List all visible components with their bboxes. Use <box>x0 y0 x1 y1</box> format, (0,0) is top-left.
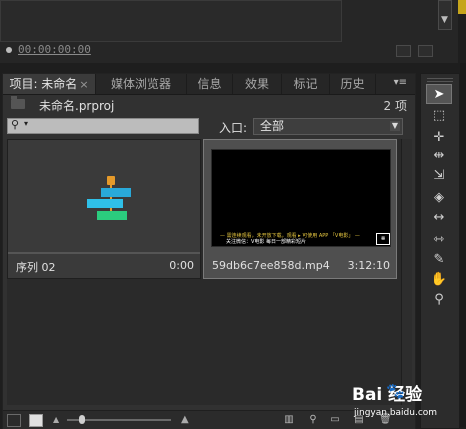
export-frame-button[interactable] <box>418 45 433 57</box>
new-bin-icon[interactable]: ▭ <box>329 414 341 425</box>
tab-effects[interactable]: 效果 <box>233 74 282 94</box>
slide-tool[interactable]: ⇿ <box>426 230 452 250</box>
clip-thumbnail: — 需连续观看，未开放下载，观看 ▸ 可使用 APP 「V电影」 — 关注微信：… <box>211 149 391 247</box>
entry-filter-value: 全部 <box>260 119 285 133</box>
automate-to-sequence-icon[interactable]: ▥ <box>283 414 295 425</box>
timecode-display[interactable]: 00:00:00:00 <box>18 43 91 56</box>
entry-filter-label: 入口: <box>219 121 248 135</box>
sequence-playhead-icon <box>107 176 115 185</box>
source-monitor-panel: ▼ 00:00:00:00 <box>0 0 458 63</box>
playhead-dot-icon <box>6 47 12 53</box>
rate-stretch-tool[interactable]: ⇲ <box>426 166 452 186</box>
item-name: 序列 02 <box>16 261 56 274</box>
thumbnail-subtitle: 关注微信：V电影 每日一部精彩短片 <box>226 239 307 245</box>
sequence-clip-block-icon <box>87 199 123 208</box>
tab-media-browser[interactable]: 媒体浏览器 <box>96 74 187 94</box>
razor-tool[interactable]: ◈ <box>426 188 452 208</box>
monitor-scrollbar[interactable]: ▼ <box>438 0 452 30</box>
tab-label: 效果 <box>244 77 269 91</box>
bin-scrollbar[interactable] <box>401 139 412 405</box>
project-filename: 未命名.prproj <box>39 99 115 113</box>
selection-tool[interactable]: ➤ <box>426 84 452 104</box>
slip-tool[interactable]: ↔ <box>426 208 452 228</box>
tab-info[interactable]: 信息 <box>187 74 233 94</box>
rolling-edit-tool[interactable]: ⇹ <box>426 146 452 166</box>
tools-panel: ➤ ⬚ ✛ ⇹ ⇲ ◈ ↔ ⇿ ✎ ✋ ⚲ <box>420 73 460 429</box>
chevron-down-icon[interactable]: ▾ <box>24 119 28 128</box>
search-input[interactable]: ⚲ ▾ <box>7 118 199 134</box>
slider-handle[interactable] <box>79 415 85 424</box>
find-icon[interactable]: ⚲ <box>307 414 319 425</box>
chevron-down-icon[interactable]: ▼ <box>390 121 400 131</box>
accent-sliver <box>458 0 466 14</box>
bin-icon-view: 序列 02 0:00 — 需连续观看，未开放下载，观看 ▸ 可使用 APP 「V… <box>7 139 403 405</box>
window-edge <box>460 63 466 427</box>
entry-filter-select[interactable]: 全部 ▼ <box>253 118 403 135</box>
panel-tab-bar: 项目: 未命名 × 媒体浏览器 信息 效果 标记 历史 ▾≡ <box>3 74 415 95</box>
ripple-edit-tool[interactable]: ✛ <box>426 128 452 148</box>
project-panel: 项目: 未命名 × 媒体浏览器 信息 效果 标记 历史 ▾≡ 未命名.prproj… <box>2 73 416 429</box>
item-count: 2 项 <box>383 99 407 113</box>
tab-history[interactable]: 历史 <box>330 74 376 94</box>
zoom-in-icon[interactable]: ▲ <box>181 414 189 425</box>
monitor-viewport <box>0 0 342 42</box>
sequence-clip-block-icon <box>101 188 131 197</box>
search-icon[interactable]: ⚲ <box>11 118 19 131</box>
item-duration: 3:12:10 <box>347 259 390 272</box>
track-select-tool[interactable]: ⬚ <box>426 106 452 126</box>
tab-label: 信息 <box>197 77 222 91</box>
bin-item-clip[interactable]: — 需连续观看，未开放下载，观看 ▸ 可使用 APP 「V电影」 — 关注微信：… <box>203 139 397 279</box>
item-name: 59db6c7ee858d.mp4 <box>212 259 330 272</box>
folder-icon <box>11 96 25 109</box>
list-view-icon[interactable] <box>7 414 21 427</box>
tab-label: 历史 <box>340 77 365 91</box>
scroll-down-icon[interactable]: ▼ <box>441 15 448 25</box>
zoom-tool[interactable]: ⚲ <box>426 290 452 310</box>
panel-menu-icon[interactable]: ▾≡ <box>394 77 407 88</box>
item-duration: 0:00 <box>169 259 194 272</box>
insert-button[interactable] <box>396 45 411 57</box>
pen-tool[interactable]: ✎ <box>426 250 452 270</box>
thumbnail-scrub-bar[interactable] <box>8 252 200 254</box>
video-audio-badge-icon: ⧻ <box>376 233 390 245</box>
tab-markers[interactable]: 标记 <box>282 74 330 94</box>
tab-label: 媒体浏览器 <box>110 77 171 91</box>
hand-tool[interactable]: ✋ <box>426 270 452 290</box>
tab-label: 标记 <box>293 77 318 91</box>
baidu-watermark: Bai 经验 🐾 jingyan.baidu.com <box>348 380 466 426</box>
paw-icon: 🐾 <box>386 382 405 400</box>
bin-item-sequence[interactable]: 序列 02 0:00 <box>7 139 201 279</box>
close-icon[interactable]: × <box>79 78 88 91</box>
sequence-thumbnail <box>11 143 197 253</box>
icon-view-icon[interactable] <box>29 414 43 427</box>
watermark-url: jingyan.baidu.com <box>354 408 438 418</box>
tab-project-label: 项目: 未命名 <box>9 77 78 91</box>
sequence-clip-block-icon <box>97 211 127 220</box>
tab-project[interactable]: 项目: 未命名 × <box>3 74 96 94</box>
zoom-out-icon[interactable]: ▲ <box>53 415 59 424</box>
panel-grip[interactable] <box>427 78 453 82</box>
